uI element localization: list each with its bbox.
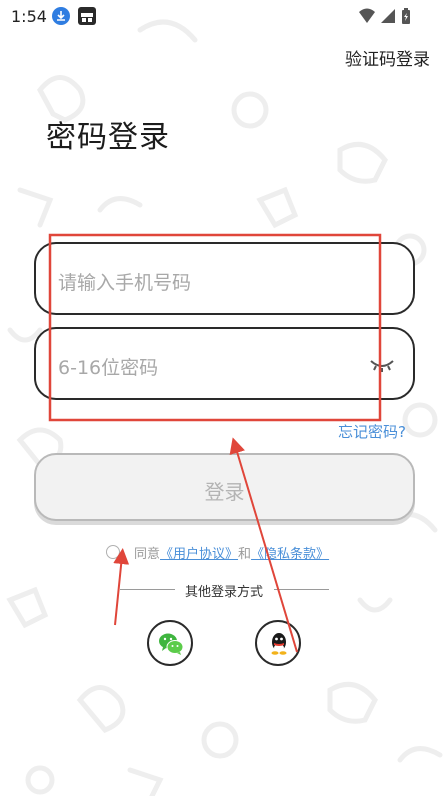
other-login-label: 其他登录方式 <box>184 585 263 600</box>
wechat-icon <box>159 633 184 655</box>
login-button-label: 登录 <box>204 480 245 504</box>
eye-closed-icon[interactable] <box>369 355 395 375</box>
agreement-checkbox[interactable] <box>106 545 120 559</box>
phone-input[interactable]: 请输入手机号码 <box>34 242 415 315</box>
phone-input-placeholder: 请输入手机号码 <box>58 272 192 294</box>
divider-right <box>274 589 329 590</box>
page-title: 密码登录 <box>46 120 170 155</box>
wifi-icon <box>359 8 375 23</box>
password-input-placeholder: 6-16位密码 <box>58 357 159 379</box>
forgot-password-link[interactable]: 忘记密码? <box>338 421 406 442</box>
agreement-text: 同意《用户协议》和《隐私条款》 <box>134 543 329 562</box>
signal-icon <box>381 9 395 23</box>
app-notification-icon <box>78 7 96 25</box>
qq-login-button[interactable] <box>255 620 301 666</box>
status-time: 1:54 <box>11 7 47 26</box>
sms-code-login-link[interactable]: 验证码登录 <box>345 45 430 70</box>
password-input[interactable]: 6-16位密码 <box>34 327 415 400</box>
qq-icon <box>271 633 287 655</box>
login-button[interactable]: 登录 <box>34 453 415 521</box>
user-agreement-link[interactable]: 《用户协议》 <box>160 547 238 562</box>
download-notification-icon <box>52 7 70 25</box>
wechat-login-button[interactable] <box>147 620 193 666</box>
battery-icon <box>402 8 410 24</box>
agreement-prefix: 同意 <box>134 547 161 562</box>
status-system-icons <box>358 8 418 24</box>
agreement-conjunction: 和 <box>238 547 252 562</box>
status-bar: 1:54 <box>0 0 448 32</box>
privacy-policy-link[interactable]: 《隐私条款》 <box>251 547 329 562</box>
